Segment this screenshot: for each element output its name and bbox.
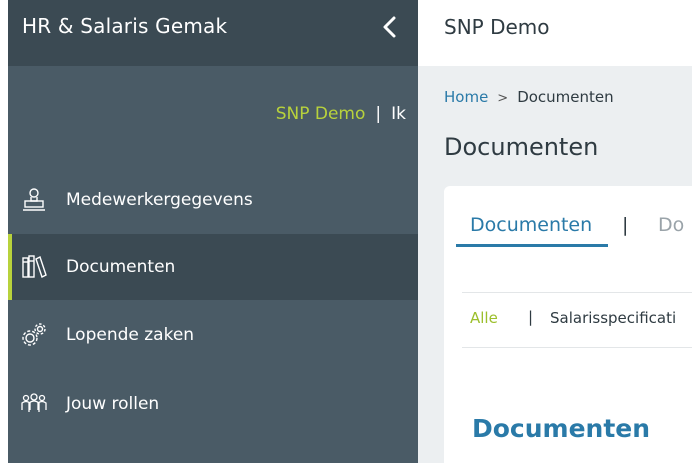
sidebar-item-lopende-zaken[interactable]: Lopende zaken [8, 302, 418, 368]
tab-bar: Documenten | Do [444, 186, 692, 256]
tab-active-indicator [456, 244, 608, 247]
gears-icon [20, 321, 48, 349]
tab-divider: | [622, 214, 629, 236]
filter-salarisspecificaties[interactable]: Salarisspecificati [550, 309, 676, 327]
page-title: Documenten [444, 133, 599, 161]
sidebar-item-label: Documenten [66, 257, 176, 277]
sidebar-edge [0, 0, 8, 463]
stamp-icon [20, 186, 48, 214]
tab-documenten[interactable]: Documenten [470, 214, 592, 236]
sidebar: HR & Salaris Gemak SNP Demo | Ik Medewerke… [0, 0, 418, 463]
breadcrumb-current: Documenten [517, 88, 614, 106]
user-me-link[interactable]: Ik [391, 104, 406, 124]
people-icon [20, 390, 48, 418]
section-title: Documenten [472, 414, 651, 443]
breadcrumb: Home > Documenten [444, 88, 614, 106]
user-separator: | [375, 104, 382, 124]
sidebar-item-label: Medewerkergegevens [66, 190, 253, 210]
app-brand: HR & Salaris Gemak [22, 14, 228, 38]
sidebar-header: HR & Salaris Gemak [0, 0, 418, 66]
filter-separator: | [528, 308, 534, 326]
user-name[interactable]: SNP Demo [276, 104, 366, 124]
sidebar-item-label: Lopende zaken [66, 325, 195, 345]
documents-card: Documenten | Do Alle | Salarisspecificat… [444, 186, 692, 476]
user-line: SNP Demo | Ik [276, 104, 406, 124]
sidebar-item-jouw-rollen[interactable]: Jouw rollen [8, 371, 418, 437]
chevron-left-icon[interactable] [378, 14, 402, 40]
filter-bar: Alle | Salarisspecificati [462, 292, 692, 348]
breadcrumb-separator: > [497, 91, 509, 106]
sidebar-item-documenten[interactable]: Documenten [8, 234, 418, 300]
top-bar: SNP Demo [418, 0, 692, 66]
breadcrumb-home-link[interactable]: Home [444, 88, 488, 106]
books-icon [20, 253, 48, 281]
tab-second[interactable]: Do [658, 214, 684, 236]
topbar-title: SNP Demo [444, 15, 550, 39]
sidebar-item-medewerkergegevens[interactable]: Medewerkergegevens [8, 167, 418, 233]
filter-all[interactable]: Alle [470, 309, 498, 327]
sidebar-item-label: Jouw rollen [66, 394, 160, 414]
main-content: SNP Demo Home > Documenten Documenten Docu… [418, 0, 692, 476]
